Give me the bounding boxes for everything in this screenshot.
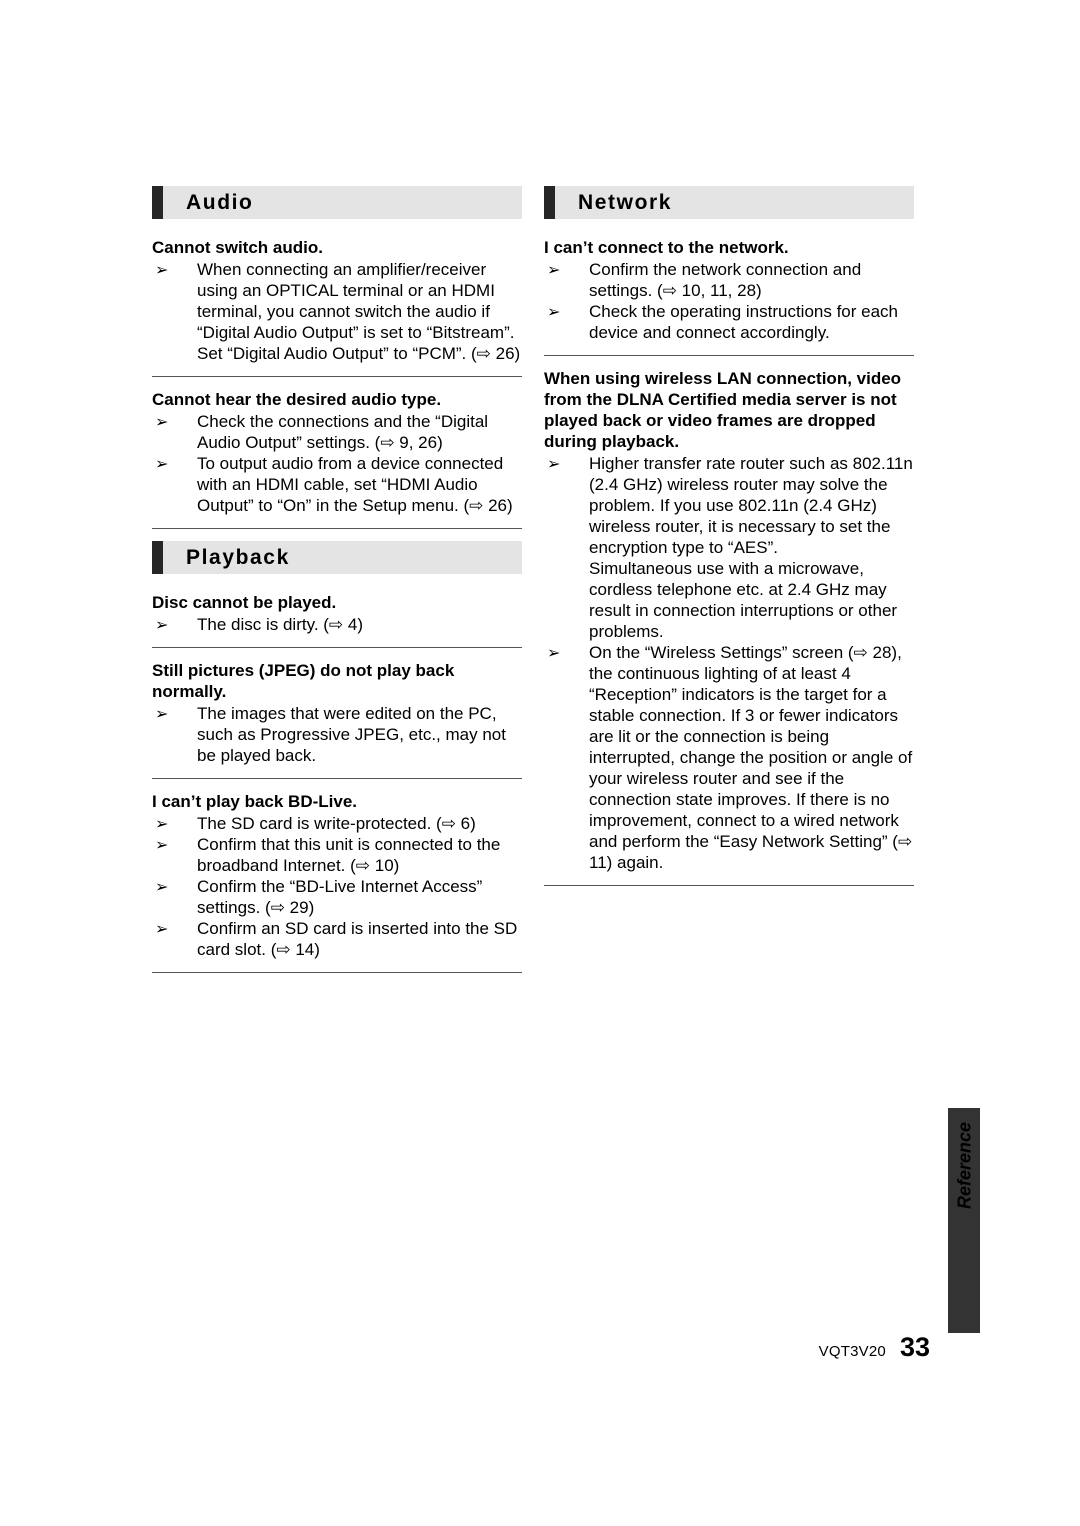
section-divider (152, 647, 522, 648)
section-divider (544, 885, 914, 886)
faq-answer-item: ➢ The images that were edited on the PC, … (152, 703, 522, 766)
faq-answer-item: ➢ To output audio from a device connected… (152, 453, 522, 516)
faq-answer-text: To output audio from a device connected … (197, 454, 513, 515)
reference-side-tab-label: Reference (954, 1121, 975, 1210)
page-footer: VQT3V20 33 (0, 1332, 930, 1363)
faq-answer-item: ➢ Higher transfer rate router such as 802… (544, 453, 914, 642)
section-header-playback: Playback (152, 541, 522, 574)
section-divider (544, 355, 914, 356)
faq-block: Cannot hear the desired audio type. ➢ Chec… (152, 389, 522, 516)
faq-answer-item: ➢ Confirm an SD card is inserted into the… (152, 918, 522, 960)
arrow-bullet-icon: ➢ (155, 454, 169, 473)
faq-answer-text: The SD card is write-protected. (⇨ 6) (197, 814, 476, 833)
faq-block: Cannot switch audio. ➢ When connecting an … (152, 237, 522, 364)
section-marker-icon (152, 186, 163, 219)
faq-answer-text: The images that were edited on the PC, s… (197, 704, 506, 765)
faq-answer-text: Confirm an SD card is inserted into the … (197, 919, 518, 959)
faq-answer-text: Higher transfer rate router such as 802.… (589, 454, 913, 557)
section-divider (152, 972, 522, 973)
manual-page: Audio Cannot switch audio. ➢ When connectin… (0, 0, 1080, 1526)
faq-answer-text: Check the operating instructions for eac… (589, 302, 899, 342)
arrow-bullet-icon: ➢ (155, 260, 169, 279)
faq-question: When using wireless LAN connection, vide… (544, 369, 902, 451)
section-title: Audio (186, 191, 254, 214)
page-number: 33 (899, 1332, 930, 1362)
faq-block: When using wireless LAN connection, vide… (544, 368, 914, 873)
faq-answer-item: ➢ On the “Wireless Settings” screen (⇨ 28… (544, 642, 914, 873)
section-title: Network (578, 191, 673, 214)
faq-answer-item: ➢ When connecting an amplifier/receiver u… (152, 259, 522, 364)
faq-answer-text: Simultaneous use with a microwave, cordl… (589, 559, 898, 641)
right-column: Network I can’t connect to the network. ➢ C… (544, 186, 914, 898)
faq-answer-item: ➢ Confirm the “BD-Live Internet Access” s… (152, 876, 522, 918)
arrow-bullet-icon: ➢ (155, 814, 169, 833)
section-marker-icon (544, 186, 555, 219)
faq-answer-item: ➢ The SD card is write-protected. (⇨ 6) (152, 813, 522, 834)
left-column: Audio Cannot switch audio. ➢ When connectin… (152, 186, 522, 985)
faq-answer-item: ➢ Confirm that this unit is connected to … (152, 834, 522, 876)
section-header-network: Network (544, 186, 914, 219)
faq-answer-item: ➢ The disc is dirty. (⇨ 4) (152, 614, 522, 635)
faq-question: Still pictures (JPEG) do not play back n… (152, 661, 455, 701)
section-divider (152, 528, 522, 529)
section-divider (152, 778, 522, 779)
faq-block: I can’t connect to the network. ➢ Confirm … (544, 237, 914, 343)
section-header-audio: Audio (152, 186, 522, 219)
faq-answer-item: ➢ Check the operating instructions for ea… (544, 301, 914, 343)
faq-question: Cannot hear the desired audio type. (152, 390, 442, 409)
arrow-bullet-icon: ➢ (155, 877, 169, 896)
faq-answer-text: When connecting an amplifier/receiver us… (197, 260, 521, 363)
section-marker-icon (152, 541, 163, 574)
section-title: Playback (186, 546, 290, 569)
arrow-bullet-icon: ➢ (547, 643, 561, 662)
arrow-bullet-icon: ➢ (155, 412, 169, 431)
faq-question: I can’t connect to the network. (544, 238, 789, 257)
arrow-bullet-icon: ➢ (547, 260, 561, 279)
faq-question: Disc cannot be played. (152, 593, 337, 612)
arrow-bullet-icon: ➢ (155, 615, 169, 634)
arrow-bullet-icon: ➢ (155, 704, 169, 723)
faq-answer-item: ➢ Check the connections and the “Digital … (152, 411, 522, 453)
faq-block: Disc cannot be played. ➢ The disc is dirty… (152, 592, 522, 635)
section-divider (152, 376, 522, 377)
faq-answer-text: Check the connections and the “Digital A… (197, 412, 489, 452)
faq-answer-text: Confirm the “BD-Live Internet Access” se… (197, 877, 483, 917)
arrow-bullet-icon: ➢ (155, 835, 169, 854)
faq-block: Still pictures (JPEG) do not play back n… (152, 660, 522, 766)
faq-block: I can’t play back BD-Live. ➢ The SD card i… (152, 791, 522, 960)
faq-answer-text: Confirm that this unit is connected to t… (197, 835, 501, 875)
faq-answer-item: ➢ Confirm the network connection and sett… (544, 259, 914, 301)
arrow-bullet-icon: ➢ (547, 302, 561, 321)
document-code: VQT3V20 (818, 1343, 886, 1360)
faq-question: Cannot switch audio. (152, 238, 323, 257)
faq-answer-text: The disc is dirty. (⇨ 4) (197, 615, 364, 634)
faq-answer-text: Confirm the network connection and setti… (589, 260, 862, 300)
faq-answer-text: On the “Wireless Settings” screen (⇨ 28)… (589, 643, 913, 872)
arrow-bullet-icon: ➢ (547, 454, 561, 473)
arrow-bullet-icon: ➢ (155, 919, 169, 938)
faq-question: I can’t play back BD-Live. (152, 792, 358, 811)
